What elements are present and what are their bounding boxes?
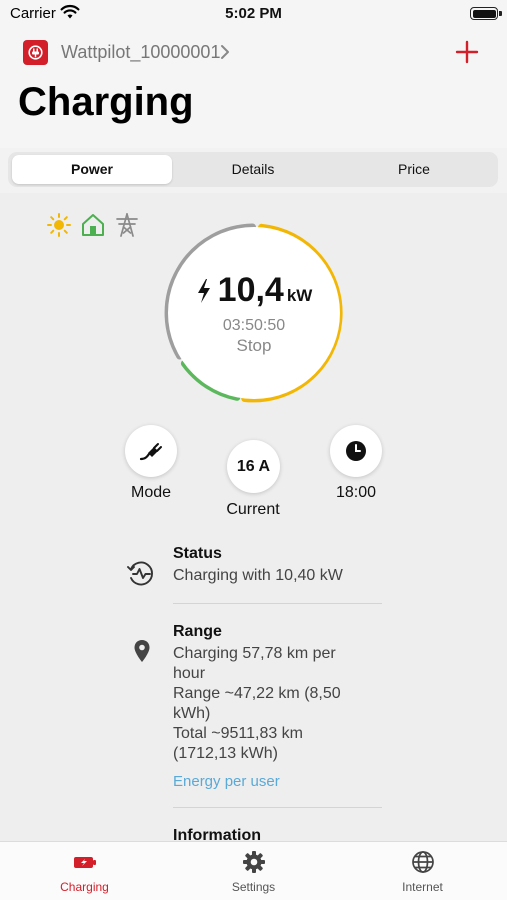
range-title: Range xyxy=(173,623,222,640)
status-text: Charging with 10,40 kW xyxy=(173,567,343,584)
battery-icon xyxy=(470,7,498,20)
range-rate: Charging 57,78 km per hour xyxy=(173,645,336,682)
add-icon[interactable] xyxy=(455,40,479,64)
tab-details[interactable]: Details xyxy=(173,155,333,184)
tabbar-label-internet: Internet xyxy=(402,880,443,894)
power-unit: kW xyxy=(286,286,313,305)
current-button[interactable]: 16 A xyxy=(227,440,280,493)
sun-icon xyxy=(47,213,71,237)
battery-cap xyxy=(499,11,502,16)
stop-button[interactable]: Stop xyxy=(158,336,350,356)
chevron-right-icon[interactable] xyxy=(220,44,230,60)
status-bar: Carrier 5:02 PM xyxy=(0,0,507,30)
lightning-icon xyxy=(197,279,210,303)
tabbar-item-internet[interactable]: Internet xyxy=(338,842,507,900)
header: Wattpilot_10000001 Charging xyxy=(0,30,507,148)
charging-timer: 03:50:50 xyxy=(222,317,286,334)
plug-icon xyxy=(139,443,162,461)
tab-bar: Charging Settings Internet xyxy=(0,841,507,900)
tab-power[interactable]: Power xyxy=(12,155,172,184)
time-label: 18:00 xyxy=(335,484,377,501)
range-remaining: Range ~47,22 km (8,50 kWh) xyxy=(173,685,341,722)
time-button[interactable] xyxy=(330,425,382,477)
tabbar-label-charging: Charging xyxy=(60,880,109,894)
energy-per-user-link[interactable]: Energy per user xyxy=(173,773,280,790)
power-value: 10,4 xyxy=(217,271,284,309)
location-pin-icon xyxy=(134,640,150,662)
globe-icon xyxy=(411,851,434,873)
status-title: Status xyxy=(173,545,222,562)
charging-content: 10,4 kW 03:50:50 Stop Mode 16 A Current 1… xyxy=(0,193,507,841)
charger-icon xyxy=(73,857,96,868)
pulse-icon xyxy=(127,561,153,586)
tabbar-item-charging[interactable]: Charging xyxy=(0,842,169,900)
mode-label: Mode xyxy=(130,484,172,501)
information-title: Information xyxy=(173,827,261,841)
gear-icon xyxy=(242,851,265,873)
gauge-center xyxy=(168,227,340,399)
power-readout: 10,4 kW xyxy=(158,271,350,310)
divider xyxy=(173,807,382,808)
device-logo-icon[interactable] xyxy=(23,40,48,65)
home-icon xyxy=(82,214,104,236)
clock-time: 5:02 PM xyxy=(225,5,282,22)
tabbar-item-settings[interactable]: Settings xyxy=(169,842,338,900)
device-name[interactable]: Wattpilot_10000001 xyxy=(61,42,220,63)
current-label: Current xyxy=(226,501,280,518)
current-value: 16 A xyxy=(236,457,271,475)
range-total: Total ~9511,83 km (1712,13 kWh) xyxy=(173,725,304,762)
tab-price[interactable]: Price xyxy=(334,155,494,184)
mode-button[interactable] xyxy=(125,425,177,477)
page-title: Charging xyxy=(18,80,194,124)
power-tower-icon xyxy=(116,213,138,237)
segmented-tabs: Power Details Price xyxy=(8,152,498,187)
tabbar-label-settings: Settings xyxy=(231,880,276,894)
clock-icon xyxy=(346,441,366,461)
divider xyxy=(173,603,382,604)
